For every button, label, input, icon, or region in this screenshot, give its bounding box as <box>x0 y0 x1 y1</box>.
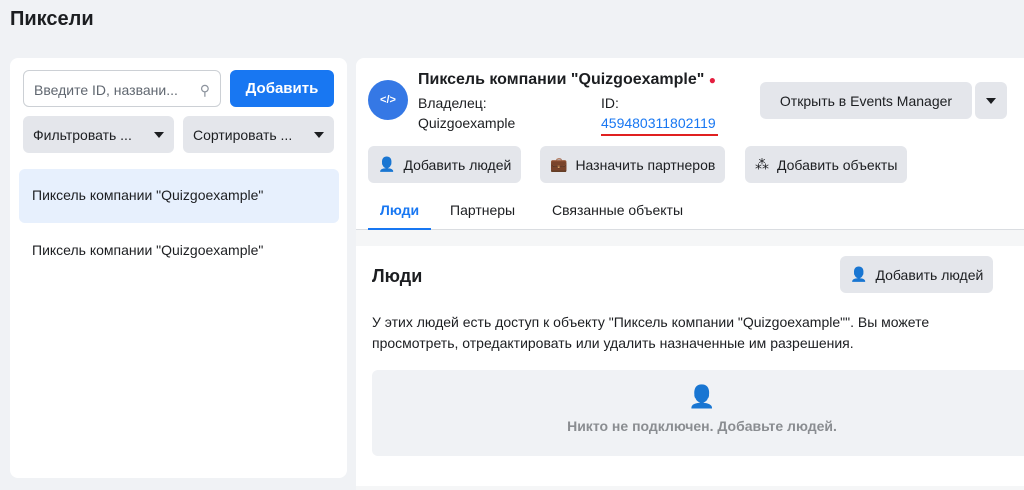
pixel-id[interactable]: 459480311802119 <box>601 115 718 136</box>
pixel-detail-panel: </> Пиксель компании "Quizgoexample" ● В… <box>356 58 1024 490</box>
pixel-code-icon: </> <box>368 80 408 120</box>
briefcase-icon: 💼 <box>550 156 568 172</box>
add-objects-button[interactable]: ⁂ Добавить объекты <box>745 146 908 183</box>
owner-value: Quizgoexample <box>418 115 516 131</box>
tab-linked-objects[interactable]: Связанные объекты <box>552 202 683 218</box>
list-item[interactable]: Пиксель компании "Quizgoexample" <box>19 169 339 223</box>
tab-partners[interactable]: Партнеры <box>450 202 515 218</box>
open-events-manager-button[interactable]: Открыть в Events Manager <box>760 82 972 119</box>
pixel-list-panel: Введите ID, названи... ⚲ Добавить Фильтро… <box>10 58 347 478</box>
search-placeholder: Введите ID, названи... <box>34 82 178 98</box>
page-title: Пиксели <box>10 8 94 30</box>
add-person-icon: 👤 <box>688 384 716 409</box>
people-section: Люди 👤 Добавить людей У этих людей есть д… <box>356 246 1024 486</box>
section-add-people-button[interactable]: 👤 Добавить людей <box>840 256 994 293</box>
owner-label: Владелец: <box>418 95 487 111</box>
add-person-icon: 👤 <box>378 156 396 172</box>
filter-label: Фильтровать ... <box>33 126 132 143</box>
section-title: Люди <box>372 266 423 286</box>
add-person-icon: 👤 <box>850 266 868 282</box>
search-input[interactable]: Введите ID, названи... ⚲ <box>23 70 221 107</box>
section-description: У этих людей есть доступ к объекту "Пикс… <box>372 314 930 351</box>
label: Добавить людей <box>403 156 512 173</box>
empty-message: Никто не подключен. Добавьте людей. <box>567 418 837 434</box>
add-people-button[interactable]: 👤 Добавить людей <box>368 146 522 183</box>
id-label: ID: <box>601 95 619 111</box>
list-item[interactable]: Пиксель компании "Quizgoexample" <box>19 224 339 278</box>
caret-down-icon <box>314 131 324 138</box>
assign-partners-button[interactable]: 💼 Назначить партнеров <box>540 146 726 183</box>
search-icon: ⚲ <box>199 82 210 98</box>
label: Добавить людей <box>875 266 984 283</box>
label: Добавить объекты <box>777 156 898 173</box>
sort-dropdown[interactable]: Сортировать ... <box>183 116 334 153</box>
sort-label: Сортировать ... <box>193 126 293 143</box>
pixel-name: Пиксель компании "Quizgoexample" ● <box>418 71 717 88</box>
more-dropdown-button[interactable] <box>975 82 1007 119</box>
filter-dropdown[interactable]: Фильтровать ... <box>23 116 174 153</box>
add-button[interactable]: Добавить <box>230 70 334 107</box>
tab-people[interactable]: Люди <box>368 202 432 231</box>
label: Назначить партнеров <box>575 156 716 173</box>
caret-down-icon <box>986 97 996 104</box>
caret-down-icon <box>154 131 164 138</box>
empty-state: 👤 Никто не подключен. Добавьте людей. <box>372 370 1024 456</box>
connections-icon: ⁂ <box>755 156 769 172</box>
tab-bar: Люди Партнеры Связанные объекты <box>356 190 1024 231</box>
status-dot-icon: ● <box>708 73 717 87</box>
